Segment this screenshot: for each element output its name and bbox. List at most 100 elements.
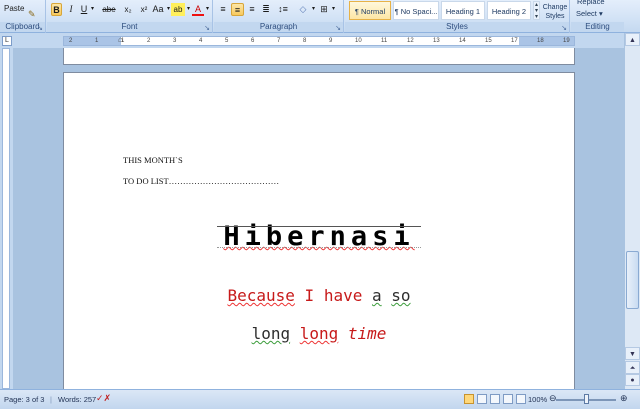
quick-styles-gallery: ¶ Normal ¶ No Spaci... Heading 1 Heading… — [347, 0, 540, 21]
ruler-tick-label: 9 — [329, 38, 333, 44]
paragraph-launcher-icon[interactable]: ↘ — [335, 24, 341, 32]
ruler-tick-label: 5 — [225, 38, 229, 44]
ruler-tick-label: 3 — [173, 38, 177, 44]
document-area[interactable]: THIS MONTH`S TO DO LIST………………………………… Hib… — [13, 48, 624, 389]
change-styles-button[interactable]: Change Styles — [541, 3, 569, 20]
document-page[interactable]: THIS MONTH`S TO DO LIST………………………………… Hib… — [63, 72, 575, 389]
web-layout-view-icon[interactable] — [490, 394, 500, 404]
strikethrough-button[interactable]: abe — [101, 3, 117, 16]
underline-dropdown-icon[interactable]: ▾ — [89, 3, 96, 16]
zoom-slider-knob[interactable] — [584, 394, 589, 404]
align-left-icon[interactable]: ≡ — [217, 3, 229, 16]
draft-view-icon[interactable] — [516, 394, 526, 404]
scroll-down-icon[interactable]: ▼ — [625, 347, 640, 360]
tab-selector-icon[interactable]: L — [2, 36, 12, 46]
styles-launcher-icon[interactable]: ↘ — [561, 24, 567, 32]
change-case-button[interactable]: Aa — [151, 3, 165, 16]
clipboard-group: Paste ✎ Clipboard ↘ — [0, 0, 46, 33]
ruler-tick-label: 12 — [407, 38, 414, 44]
word-count[interactable]: Words: 257 — [58, 395, 96, 404]
ruler-tick-label: 11 — [381, 38, 388, 44]
proofing-icon[interactable]: ✓✗ — [96, 393, 111, 404]
zoom-level[interactable]: 100% — [528, 395, 547, 404]
phrase-i-have: I have — [304, 286, 363, 305]
style-no-spacing[interactable]: ¶ No Spaci... — [393, 1, 439, 20]
horizontal-ruler-row: L ⌂ 2 1 1 2 3 4 5 6 7 8 9 10 11 12 13 14 15 17 18 19 — [0, 33, 640, 48]
style-heading-1[interactable]: Heading 1 — [441, 1, 485, 20]
ruler-tick-label: 6 — [251, 38, 255, 44]
previous-page-icon[interactable]: ⏶ — [625, 361, 640, 374]
highlight-button[interactable]: ab — [171, 3, 185, 16]
align-right-icon[interactable]: ≡ — [246, 3, 258, 16]
line-spacing-icon[interactable]: ↕≡ — [276, 3, 290, 16]
underline-button[interactable]: U — [79, 3, 89, 16]
doc-title-text: Hibernasi — [217, 221, 421, 252]
paragraph-label: Paragraph — [214, 22, 343, 32]
doc-line-to-do-list[interactable]: TO DO LIST………………………………… — [123, 176, 279, 186]
shading-icon[interactable]: ◇ — [296, 3, 310, 16]
paragraph-group: ≡ ≡ ≡ ≣ ↕≡ ◇ ▾ ⊞ ▾ Paragraph ↘ — [214, 0, 344, 33]
ruler-tick-label: 13 — [433, 38, 440, 44]
phrase-a: a — [371, 286, 382, 305]
ruler-left-margin — [64, 37, 121, 45]
full-screen-view-icon[interactable] — [477, 394, 487, 404]
doc-line-because[interactable]: Because I have a so — [64, 286, 574, 305]
vertical-scrollbar[interactable]: ▲ ▼ ⏶ ● — [624, 33, 640, 389]
status-divider: | — [50, 395, 52, 404]
status-bar: Page: 3 of 3 | Words: 257 ✓✗ 100% ⊖ ⊕ — [0, 389, 640, 409]
style-heading-2[interactable]: Heading 2 — [487, 1, 531, 20]
scroll-up-icon[interactable]: ▲ — [625, 33, 640, 46]
vertical-ruler-track[interactable] — [2, 48, 10, 389]
phrase-time: time — [347, 324, 387, 343]
bold-button[interactable]: B — [51, 3, 62, 16]
ruler-tick-label: 15 — [485, 38, 492, 44]
editing-label: Editing — [571, 22, 624, 32]
justify-icon[interactable]: ≣ — [260, 3, 272, 16]
ruler-tick-label: 4 — [199, 38, 203, 44]
subscript-button[interactable]: x₂ — [121, 3, 135, 16]
phrase-long-2: long — [299, 324, 339, 343]
ruler-tick-label: 10 — [355, 38, 362, 44]
replace-button[interactable]: Replace — [577, 0, 605, 8]
clipboard-launcher-icon[interactable]: ↘ — [37, 24, 43, 32]
horizontal-ruler[interactable]: ⌂ 2 1 1 2 3 4 5 6 7 8 9 10 11 12 13 14 15 17 18 19 — [63, 35, 575, 46]
ruler-tick-label: 14 — [459, 38, 466, 44]
styles-scroll-icon[interactable]: ▴ ▾ ▾ — [533, 1, 540, 20]
highlight-dropdown-icon[interactable]: ▾ — [185, 3, 192, 16]
font-color-dropdown-icon[interactable]: ▾ — [204, 3, 211, 16]
doc-title[interactable]: Hibernasi — [64, 221, 574, 252]
doc-line-long-time[interactable]: long long time — [64, 324, 574, 343]
ruler-tick-label: 19 — [563, 38, 570, 44]
style-normal[interactable]: ¶ Normal — [349, 1, 391, 20]
paste-button[interactable]: Paste — [4, 3, 24, 15]
phrase-long-1: long — [251, 324, 291, 343]
ruler-tick-label: 1 — [95, 38, 99, 44]
vertical-ruler — [0, 48, 13, 389]
align-center-icon[interactable]: ≡ — [231, 3, 244, 16]
italic-button[interactable]: I — [66, 3, 76, 16]
borders-icon[interactable]: ⊞ — [318, 3, 330, 16]
format-painter-icon[interactable]: ✎ — [28, 8, 36, 20]
font-group: B I U ▾ abe x₂ x² Aa ▾ ab ▾ A ▾ Font ↘ — [47, 0, 213, 33]
zoom-in-icon[interactable]: ⊕ — [620, 393, 628, 404]
page-count[interactable]: Page: 3 of 3 — [4, 395, 44, 404]
ruler-tick-label: 17 — [511, 38, 518, 44]
ruler-tick-label: 18 — [537, 38, 544, 44]
ruler-tick-label: 2 — [147, 38, 151, 44]
browse-object-icon[interactable]: ● — [625, 374, 640, 386]
styles-label: Styles — [345, 22, 569, 32]
font-label: Font — [47, 22, 212, 32]
shading-dropdown-icon[interactable]: ▾ — [310, 3, 317, 16]
select-button[interactable]: Select ▾ — [576, 8, 603, 20]
scroll-thumb[interactable] — [626, 251, 639, 309]
font-color-button[interactable]: A — [192, 3, 204, 16]
borders-dropdown-icon[interactable]: ▾ — [330, 3, 337, 16]
phrase-so: so — [391, 286, 411, 305]
ruler-tick-label: 2 — [69, 38, 73, 44]
outline-view-icon[interactable] — [503, 394, 513, 404]
doc-line-this-months[interactable]: THIS MONTH`S — [123, 155, 183, 165]
font-launcher-icon[interactable]: ↘ — [204, 24, 210, 32]
editing-group: Replace Select ▾ Editing — [571, 0, 624, 33]
print-layout-view-icon[interactable] — [464, 394, 474, 404]
superscript-button[interactable]: x² — [137, 3, 151, 16]
